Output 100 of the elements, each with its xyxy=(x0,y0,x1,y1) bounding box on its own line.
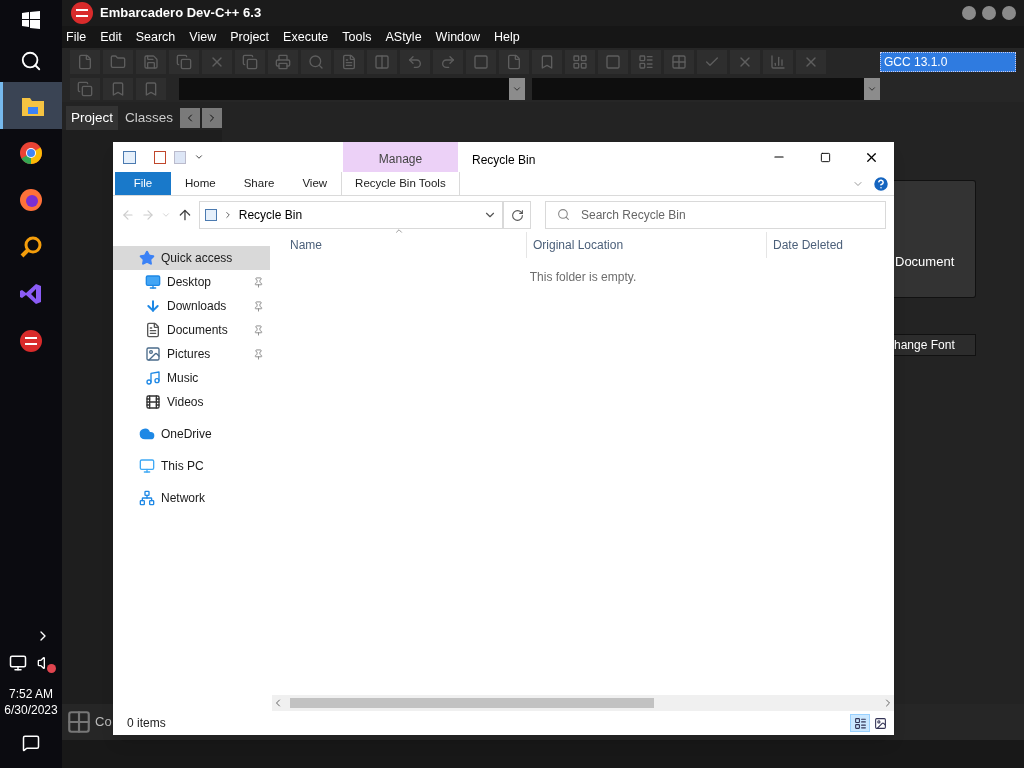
new-folder-icon[interactable] xyxy=(174,150,186,164)
column-header[interactable]: Date Deleted xyxy=(766,232,894,258)
nav-item[interactable]: Network xyxy=(113,486,270,510)
nav-item[interactable]: Pictures xyxy=(113,342,270,366)
nav-item[interactable]: Music xyxy=(113,366,270,390)
copy-icon[interactable] xyxy=(77,81,93,97)
document-icon xyxy=(145,322,161,338)
grid-icon[interactable] xyxy=(671,54,687,70)
caret-icon xyxy=(867,84,877,94)
ribbon-tab[interactable]: Share xyxy=(229,172,289,195)
status-text: 0 items xyxy=(127,715,166,732)
menu-item[interactable]: Search xyxy=(135,27,176,47)
document-icon[interactable] xyxy=(341,54,357,70)
bookmark-icon[interactable] xyxy=(143,81,159,97)
window-title: Recycle Bin xyxy=(472,152,536,169)
window-title: Embarcadero Dev-C++ 6.3 xyxy=(100,4,262,23)
square-icon[interactable] xyxy=(605,54,621,70)
clock-date[interactable]: 6/30/2023 xyxy=(4,702,58,718)
maximize-icon[interactable] xyxy=(819,151,831,163)
member-dropdown[interactable] xyxy=(532,78,880,100)
pin-icon[interactable] xyxy=(253,348,264,360)
bookmark-icon[interactable] xyxy=(539,54,555,70)
panel-tab[interactable]: Classes xyxy=(120,106,179,130)
context-tab-header: Manage xyxy=(343,142,458,172)
search-field[interactable]: Search Recycle Bin xyxy=(545,201,886,229)
menu-item[interactable]: Help xyxy=(494,27,520,47)
page-icon[interactable] xyxy=(506,54,522,70)
network-icon xyxy=(139,490,155,506)
monitor-icon xyxy=(145,274,161,290)
browser-icon xyxy=(19,140,43,165)
document-tile[interactable]: Document xyxy=(894,180,976,298)
monitor-icon xyxy=(139,458,155,474)
square-icon[interactable] xyxy=(473,54,489,70)
nav-item[interactable]: Desktop xyxy=(113,270,270,294)
clock-time[interactable]: 7:52 AM xyxy=(9,686,53,702)
help-icon[interactable] xyxy=(872,174,890,193)
refresh-icon[interactable] xyxy=(510,208,524,222)
restore-button[interactable] xyxy=(982,6,996,20)
menu-item[interactable]: Edit xyxy=(100,27,122,47)
menu-item[interactable]: File xyxy=(66,27,87,47)
menu-item[interactable]: Execute xyxy=(283,27,329,47)
pin-icon[interactable] xyxy=(253,300,264,312)
page-icon[interactable] xyxy=(77,54,93,70)
columns-icon[interactable] xyxy=(374,54,390,70)
printer-icon[interactable] xyxy=(275,54,291,70)
horizontal-scrollbar[interactable] xyxy=(272,695,894,711)
nav-item[interactable]: Quick access xyxy=(113,246,270,270)
menu-item[interactable]: Tools xyxy=(342,27,372,47)
class-dropdown[interactable] xyxy=(179,78,525,100)
forward-icon[interactable] xyxy=(140,208,155,222)
customize-icon[interactable] xyxy=(194,152,204,162)
search-icon[interactable] xyxy=(20,50,42,72)
details-view-icon[interactable] xyxy=(850,714,870,732)
menu-item[interactable]: AStyle xyxy=(385,27,422,47)
address-path: Recycle Bin xyxy=(238,207,304,224)
menu-item[interactable]: View xyxy=(189,27,217,47)
recycle-bin-icon xyxy=(123,150,136,164)
folder-icon[interactable] xyxy=(110,54,126,70)
ribbon-tab[interactable]: File xyxy=(115,172,171,195)
pin-icon[interactable] xyxy=(253,324,264,336)
recycle-bin-icon xyxy=(204,209,217,221)
nav-item[interactable]: Documents xyxy=(113,318,270,342)
app-logo-icon xyxy=(19,328,43,353)
copy-icon[interactable] xyxy=(242,54,258,70)
back-icon[interactable] xyxy=(121,208,135,222)
copy-icon[interactable] xyxy=(176,54,192,70)
properties-icon[interactable] xyxy=(154,150,166,164)
app-logo-icon xyxy=(70,1,94,25)
search-icon xyxy=(557,208,570,221)
bar-chart-icon[interactable] xyxy=(770,54,786,70)
network-icon[interactable] xyxy=(9,654,27,672)
nav-item[interactable]: Videos xyxy=(113,390,270,414)
nav-item[interactable]: Downloads xyxy=(113,294,270,318)
ribbon-tab[interactable]: Recycle Bin Tools xyxy=(341,172,460,195)
compiler-select[interactable]: GCC 13.1.0 xyxy=(880,52,1016,72)
bottom-tab[interactable]: Co xyxy=(95,712,112,732)
address-bar[interactable]: Recycle Bin xyxy=(198,201,504,229)
music-note-icon xyxy=(145,370,161,386)
list-icon[interactable] xyxy=(638,54,654,70)
cloud-icon xyxy=(139,426,155,442)
menu-item[interactable]: Window xyxy=(435,27,481,47)
change-font-button[interactable]: hange Font xyxy=(894,334,976,356)
pin-icon[interactable] xyxy=(253,276,264,288)
nav-item[interactable]: OneDrive xyxy=(113,422,270,446)
undo-icon[interactable] xyxy=(407,54,423,70)
minimize-button[interactable] xyxy=(962,6,976,20)
ribbon-tab[interactable]: View xyxy=(288,172,342,195)
panel-tab[interactable]: Project xyxy=(66,106,119,130)
notifications-icon[interactable] xyxy=(22,734,40,752)
grid-icon[interactable] xyxy=(572,54,588,70)
recent-icon[interactable] xyxy=(160,210,171,220)
bookmark-icon[interactable] xyxy=(110,81,126,97)
column-header[interactable]: Name xyxy=(284,232,526,258)
nav-item[interactable]: This PC xyxy=(113,454,270,478)
ribbon-tab[interactable]: Home xyxy=(171,172,230,195)
close-button[interactable] xyxy=(1002,6,1016,20)
taskbar-app[interactable] xyxy=(0,82,62,129)
menu-item[interactable]: Project xyxy=(230,27,270,47)
redo-icon[interactable] xyxy=(440,54,456,70)
column-header[interactable]: Original Location xyxy=(526,232,766,258)
